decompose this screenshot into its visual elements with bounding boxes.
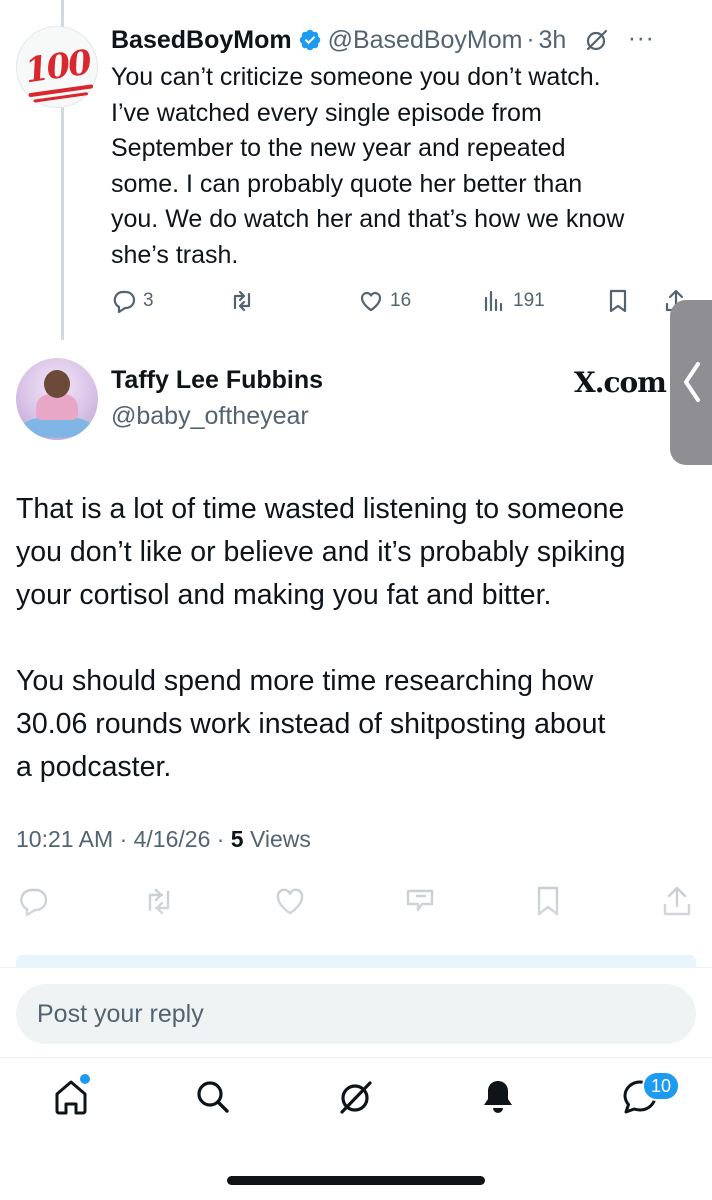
main-repost-button[interactable] <box>142 884 176 918</box>
nav-grok[interactable] <box>333 1074 379 1120</box>
heart-icon <box>276 888 304 915</box>
home-new-indicator <box>80 1074 90 1084</box>
main-author-handle[interactable]: @baby_oftheyear <box>111 402 309 431</box>
main-author-avatar[interactable] <box>16 358 98 440</box>
tweet-timestamp[interactable]: 10:21 AM · 4/16/26 · <box>16 826 231 852</box>
reply-input[interactable]: Post your reply <box>16 984 696 1044</box>
reply-placeholder: Post your reply <box>37 999 204 1028</box>
parent-tweet-text: You can’t criticize someone you don’t wa… <box>111 60 696 273</box>
main-author-name[interactable]: Taffy Lee Fubbins <box>111 366 323 395</box>
home-indicator[interactable] <box>227 1176 485 1185</box>
reply-button[interactable]: 3 <box>111 284 154 318</box>
main-tweet-actions <box>0 884 712 924</box>
like-count: 16 <box>390 290 412 311</box>
main-like-button[interactable] <box>273 884 307 918</box>
views-number: 5 <box>230 826 244 852</box>
side-panel-handle[interactable] <box>670 300 712 465</box>
grok-explain-icon <box>406 889 434 912</box>
parent-text-line: you. We do watch her and that’s how we k… <box>111 205 625 233</box>
bookmark-icon <box>537 886 559 916</box>
nav-notifications[interactable] <box>475 1074 521 1120</box>
main-tweet-text: That is a lot of time wasted listening t… <box>16 488 696 789</box>
grok-icon[interactable] <box>584 27 610 53</box>
main-text-line: a podcaster. <box>16 751 172 783</box>
heart-icon <box>360 291 382 312</box>
parent-tweet-header: BasedBoyMom @BasedBoyMom · 3h ··· <box>111 22 692 58</box>
main-reply-button[interactable] <box>17 884 51 918</box>
collapsed-banner <box>16 955 696 967</box>
bookmark-icon <box>609 289 627 313</box>
main-text-line: 30.06 rounds work instead of shitposting… <box>16 708 606 740</box>
main-bookmark-button[interactable] <box>531 884 565 918</box>
reply-icon <box>20 888 48 917</box>
main-text-line: You should spend more time researching h… <box>16 665 594 697</box>
main-grok-button[interactable] <box>403 884 437 918</box>
nav-search[interactable] <box>190 1074 236 1120</box>
hundred-points-icon: 100 <box>22 42 92 92</box>
main-text-line: you don’t like or believe and it’s proba… <box>16 536 626 568</box>
parent-text-line: September to the new year and repeated <box>111 134 566 162</box>
divider <box>0 967 712 968</box>
share-icon <box>663 886 691 916</box>
main-text-line: your cortisol and making you fat and bit… <box>16 579 552 611</box>
parent-text-line: some. I can probably quote her better th… <box>111 169 583 198</box>
reply-count: 3 <box>143 290 154 311</box>
bookmark-button[interactable] <box>605 284 631 318</box>
main-share-button[interactable] <box>660 884 694 918</box>
analytics-icon <box>484 290 503 312</box>
views-label: Views <box>243 826 311 852</box>
verified-badge-icon <box>298 28 322 52</box>
main-text-line: That is a lot of time wasted listening t… <box>16 493 625 525</box>
header-separator: · <box>526 26 535 53</box>
chevron-left-icon <box>684 362 700 402</box>
tweet-metadata: 10:21 AM · 4/16/26 · 5 Views <box>16 826 311 853</box>
search-icon <box>197 1081 229 1113</box>
like-button[interactable]: 16 <box>358 284 411 318</box>
parent-author-name[interactable]: BasedBoyMom <box>111 26 292 55</box>
parent-text-line: she’s trash. <box>111 240 239 269</box>
more-options-icon[interactable]: ··· <box>628 28 655 53</box>
grok-icon <box>340 1081 372 1114</box>
bottom-navigation <box>0 1068 712 1138</box>
reply-icon <box>113 290 136 314</box>
divider <box>0 1057 712 1058</box>
repost-icon <box>233 290 251 312</box>
views-button[interactable]: 191 <box>481 284 545 318</box>
views-count: 191 <box>513 290 545 311</box>
parent-tweet-actions: 3 16 191 <box>111 284 701 318</box>
parent-text-line: You can’t criticize someone you don’t wa… <box>111 63 601 91</box>
parent-tweet-time[interactable]: 3h <box>539 26 567 55</box>
repost-icon <box>148 888 170 915</box>
repost-button[interactable] <box>229 284 255 318</box>
parent-author-handle[interactable]: @BasedBoyMom <box>328 26 523 55</box>
parent-text-line: I’ve watched every single episode from <box>111 98 542 127</box>
xcom-watermark: X.com <box>574 366 667 399</box>
messages-badge: 10 <box>642 1071 680 1101</box>
notifications-icon <box>484 1081 512 1113</box>
parent-author-avatar[interactable]: 100 <box>16 26 98 108</box>
